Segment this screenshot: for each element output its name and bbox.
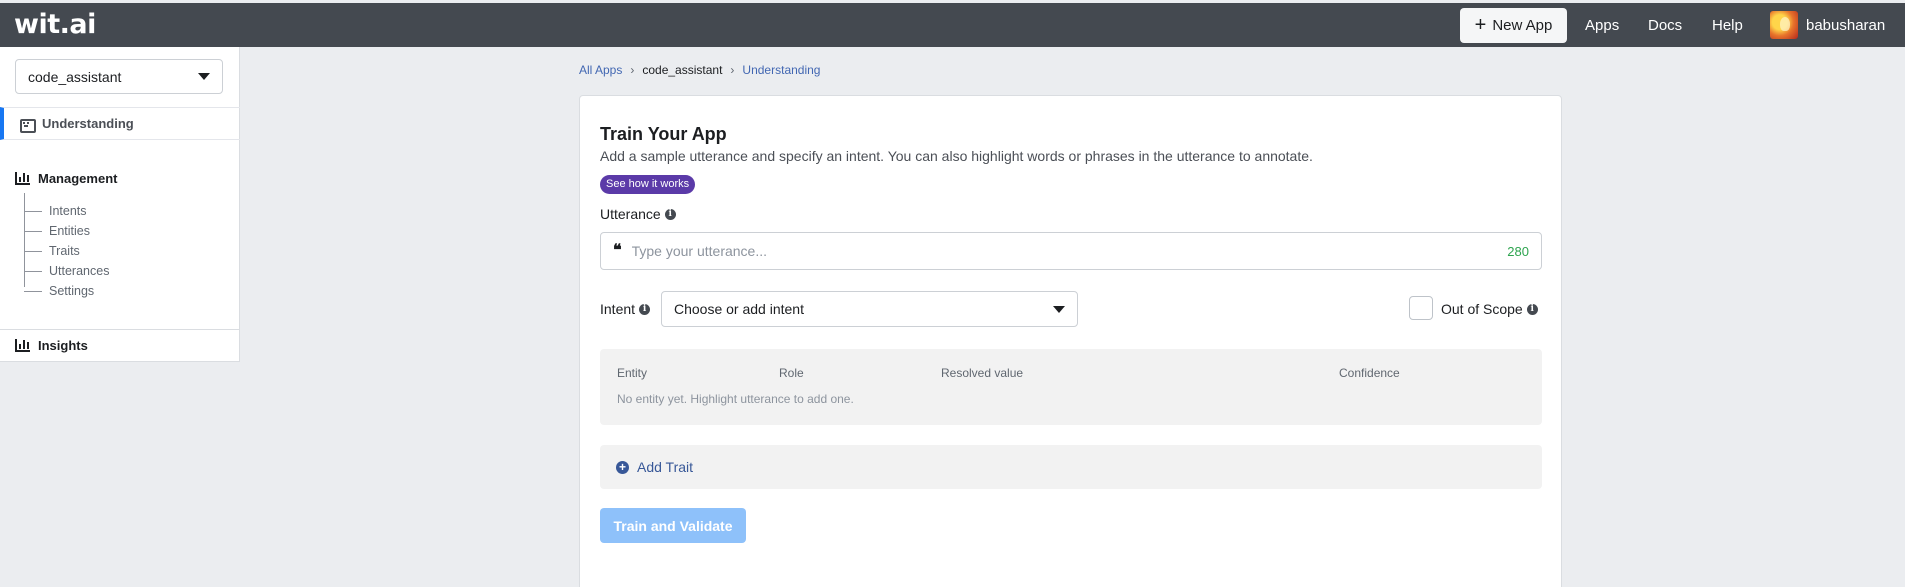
sidebar-item-intents[interactable]: Intents <box>24 201 109 221</box>
wit-logo[interactable]: wit.ai <box>14 9 96 40</box>
sidebar-item-label: Management <box>38 170 118 186</box>
out-of-scope-label: Out of Scope i <box>1441 301 1538 317</box>
breadcrumb-all-apps[interactable]: All Apps <box>579 63 622 77</box>
resolved-value-header: Resolved value <box>941 366 1024 380</box>
out-of-scope-checkbox[interactable] <box>1409 296 1433 320</box>
chevron-right-icon: › <box>730 63 735 77</box>
user-menu[interactable]: babusharan <box>1770 11 1885 39</box>
intent-label: Intent i <box>600 301 651 317</box>
sidebar-item-understanding[interactable]: Understanding <box>0 107 240 140</box>
sidebar-item-utterances[interactable]: Utterances <box>24 261 109 281</box>
avatar <box>1770 11 1798 39</box>
add-trait-label: Add Trait <box>637 459 694 475</box>
train-and-validate-button[interactable]: Train and Validate <box>600 508 746 543</box>
management-subnav: Intents Entities Traits Utterances Setti… <box>24 193 109 301</box>
confidence-header: Confidence <box>1339 366 1400 380</box>
breadcrumb: All Apps › code_assistant › Understandin… <box>579 63 820 77</box>
caret-down-icon <box>198 73 210 80</box>
utterance-input[interactable] <box>631 243 1508 259</box>
sidebar-item-insights[interactable]: Insights <box>0 329 240 361</box>
breadcrumb-app[interactable]: code_assistant <box>642 63 722 77</box>
quote-icon: ❝ <box>613 239 622 259</box>
nav-docs[interactable]: Docs <box>1648 17 1682 34</box>
see-how-it-works-link[interactable]: See how it works <box>600 175 696 194</box>
breadcrumb-current[interactable]: Understanding <box>742 63 820 77</box>
sidebar-item-management[interactable]: Management <box>0 165 240 191</box>
robot-icon <box>19 117 36 133</box>
new-app-button[interactable]: + New App <box>1460 8 1567 43</box>
utterance-field[interactable]: ❝ 280 <box>600 232 1542 270</box>
entity-empty-text: No entity yet. Highlight utterance to ad… <box>617 392 854 406</box>
username: babusharan <box>1806 16 1886 34</box>
role-header: Role <box>779 366 804 380</box>
entity-header: Entity <box>617 366 648 380</box>
info-icon[interactable]: i <box>639 303 651 315</box>
plus-circle-icon: + <box>616 460 629 474</box>
train-card: Train Your App Add a sample utterance an… <box>579 95 1562 587</box>
info-icon[interactable]: i <box>664 208 676 220</box>
sidebar: code_assistant Understanding Management … <box>0 47 240 362</box>
intent-label-text: Intent <box>600 301 636 317</box>
new-app-label: New App <box>1492 17 1553 34</box>
char-count: 280 <box>1507 243 1529 259</box>
nav-help[interactable]: Help <box>1712 17 1743 34</box>
sidebar-item-label: Insights <box>38 338 88 353</box>
page-title: Train Your App <box>600 124 727 144</box>
sidebar-item-entities[interactable]: Entities <box>24 221 109 241</box>
utterance-label: Utterance i <box>600 206 676 222</box>
plus-icon: + <box>1474 13 1487 36</box>
info-icon[interactable]: i <box>1526 303 1538 315</box>
top-navbar: wit.ai + New App Apps Docs Help babushar… <box>0 3 1905 47</box>
bar-chart-icon <box>15 339 30 352</box>
app-selector[interactable]: code_assistant <box>15 59 223 94</box>
utterance-label-text: Utterance <box>600 206 661 222</box>
page-subtitle: Add a sample utterance and specify an in… <box>600 148 1313 164</box>
entity-table: Entity Role Resolved value Confidence No… <box>600 349 1542 425</box>
add-trait-button[interactable]: + Add Trait <box>600 445 1542 489</box>
nav-apps[interactable]: Apps <box>1585 17 1619 34</box>
caret-down-icon <box>1053 305 1065 313</box>
bar-chart-icon <box>15 171 30 185</box>
sidebar-item-traits[interactable]: Traits <box>24 241 109 261</box>
intent-dropdown[interactable]: Choose or add intent <box>661 291 1078 327</box>
out-of-scope-text: Out of Scope <box>1441 301 1523 317</box>
sidebar-item-settings[interactable]: Settings <box>24 281 109 301</box>
chevron-right-icon: › <box>630 63 635 77</box>
app-selector-value: code_assistant <box>28 68 122 85</box>
intent-dropdown-value: Choose or add intent <box>674 301 804 317</box>
sidebar-item-label: Understanding <box>42 116 134 131</box>
